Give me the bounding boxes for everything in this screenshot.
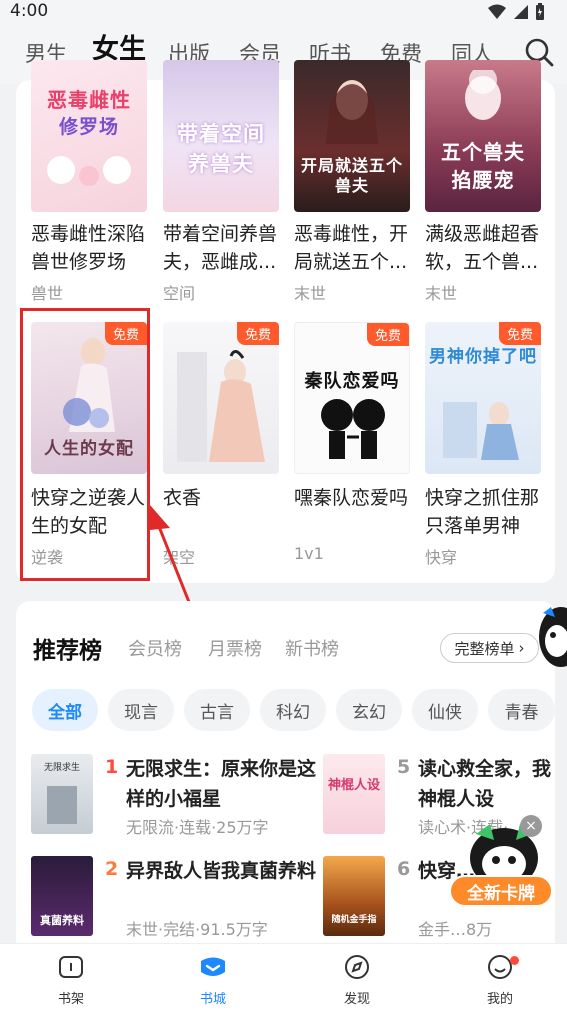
cover-text: 真菌养料 bbox=[40, 914, 84, 927]
bookshelf-icon bbox=[59, 956, 83, 978]
rank-meta: 无限流·连载·25万字 bbox=[126, 818, 269, 837]
rank-cover: 无限求生 bbox=[31, 754, 93, 834]
nav-label: 书架 bbox=[57, 992, 84, 1007]
illustration bbox=[47, 786, 77, 824]
nav-label: 发现 bbox=[343, 992, 370, 1007]
cover-text: 随机金手指 bbox=[331, 915, 377, 925]
rank-number: 2 bbox=[105, 858, 119, 880]
nav-bookstore[interactable]: 书城 bbox=[178, 952, 248, 1007]
rank-tab-new[interactable]: 新书榜 bbox=[285, 635, 339, 661]
nav-bookshelf[interactable]: 书架 bbox=[36, 952, 106, 1007]
rank-cover: 随机金手指 bbox=[323, 856, 385, 936]
rank-tab-member[interactable]: 会员榜 bbox=[128, 635, 182, 661]
promo-floating-widget[interactable]: 全新卡牌 bbox=[446, 820, 556, 910]
chip-fantasy[interactable]: 玄幻 bbox=[336, 689, 402, 731]
rank-item[interactable]: 无限求生 1 无限求生：原来你是这样的小福星 无限流·连载·25万字 bbox=[31, 754, 316, 840]
chip-youth[interactable]: 青春 bbox=[488, 689, 555, 731]
close-icon[interactable]: × bbox=[520, 815, 542, 837]
rank-cover: 真菌养料 bbox=[31, 856, 93, 936]
full-list-label: 完整榜单 bbox=[454, 639, 515, 658]
chip-xianxia[interactable]: 仙侠 bbox=[412, 689, 478, 731]
rank-tab-monthly[interactable]: 月票榜 bbox=[208, 635, 262, 661]
chevron-right-icon: › bbox=[518, 639, 525, 657]
mascot-icon[interactable] bbox=[535, 603, 567, 673]
bookstore-icon bbox=[201, 957, 225, 976]
rank-meta: 金手…8万 bbox=[418, 920, 493, 939]
rank-number: 5 bbox=[397, 756, 411, 778]
cover-text: 神棍人设 bbox=[327, 778, 380, 793]
nav-label: 我的 bbox=[486, 992, 513, 1007]
rank-cover: 神棍人设 bbox=[323, 754, 385, 834]
rank-title: 读心救全家，我神棍人设 bbox=[418, 758, 552, 810]
cover-text: 无限求生 bbox=[43, 763, 80, 773]
promo-label: 全新卡牌 bbox=[467, 884, 535, 904]
rank-title: 异界敌人皆我真菌养料 bbox=[126, 860, 317, 882]
rank-item[interactable]: 真菌养料 2 异界敌人皆我真菌养料 末世·完结·91.5万字 bbox=[31, 856, 316, 942]
rank-number: 1 bbox=[105, 756, 119, 778]
rank-number: 6 bbox=[397, 858, 411, 880]
chip-modern[interactable]: 现言 bbox=[108, 689, 174, 731]
chip-all[interactable]: 全部 bbox=[32, 689, 98, 731]
compass-icon bbox=[345, 955, 369, 979]
chip-ancient[interactable]: 古言 bbox=[184, 689, 250, 731]
ranking-heading: 推荐榜 bbox=[33, 638, 102, 664]
notification-dot bbox=[510, 956, 519, 965]
rank-meta: 末世·完结·91.5万字 bbox=[126, 920, 268, 939]
rank-title: 无限求生：原来你是这样的小福星 bbox=[126, 758, 317, 810]
nav-label: 书城 bbox=[199, 992, 226, 1007]
bottom-nav: 书架 书城 发现 我的 bbox=[0, 943, 567, 1011]
nav-discover[interactable]: 发现 bbox=[322, 952, 392, 1007]
chip-scifi[interactable]: 科幻 bbox=[260, 689, 326, 731]
nav-profile[interactable]: 我的 bbox=[465, 952, 535, 1007]
full-list-button[interactable]: 完整榜单 › bbox=[440, 633, 539, 663]
